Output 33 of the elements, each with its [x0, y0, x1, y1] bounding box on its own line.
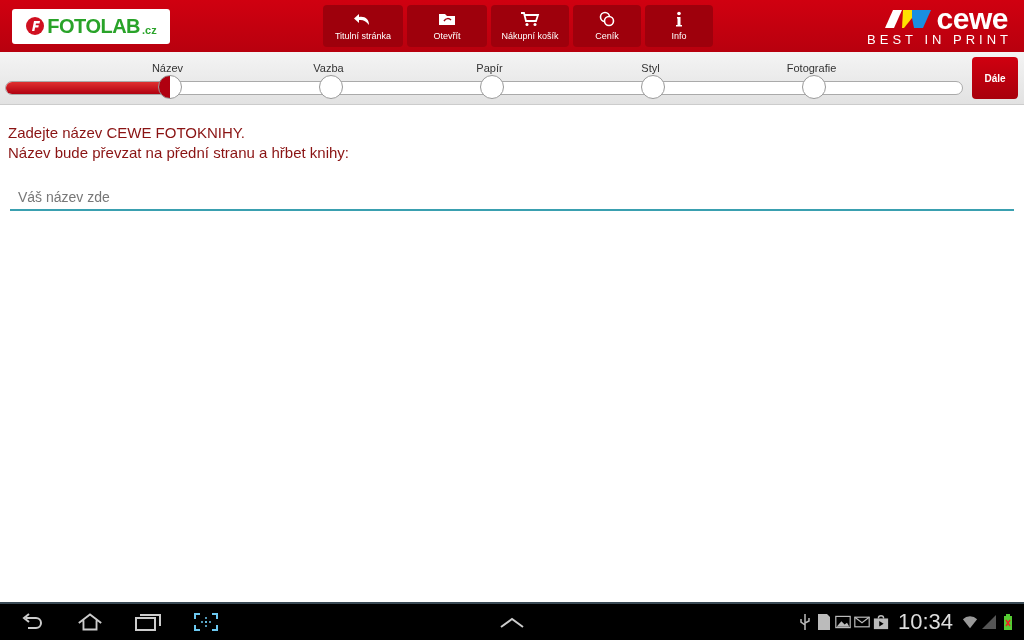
- signal-icon: [981, 613, 997, 631]
- sd-card-icon: [815, 613, 832, 631]
- step-knob[interactable]: [158, 75, 182, 99]
- stripes-logo-icon: [884, 10, 931, 28]
- home-icon[interactable]: [76, 612, 104, 632]
- next-button[interactable]: Dále: [972, 57, 1018, 99]
- step-label: Fotografie: [785, 62, 838, 74]
- logo-text: FOTOLAB: [47, 14, 141, 38]
- caret-up-icon[interactable]: [498, 615, 526, 629]
- nav-button[interactable]: Otevřít: [407, 5, 487, 47]
- step-label: Papír: [475, 62, 504, 74]
- folder-icon: [437, 11, 457, 27]
- nav-button[interactable]: Nákupní košík: [491, 5, 569, 47]
- recent-apps-icon[interactable]: [134, 612, 162, 632]
- step-label: Vazba: [312, 62, 345, 74]
- instruction-text: Název bude převzat na přední stranu a hřbet knihy:: [8, 143, 351, 163]
- wifi-icon: [962, 613, 978, 631]
- logo-domain: .cz: [142, 23, 157, 36]
- clock-time: 10:34: [897, 609, 953, 635]
- nav-button[interactable]: Titulní stránka: [323, 5, 403, 47]
- step-label: Název: [150, 62, 185, 74]
- f-circle-icon: [25, 16, 46, 36]
- image-icon: [834, 613, 851, 631]
- instruction-text: Zadejte název CEWE FOTOKNIHY.: [8, 123, 247, 143]
- brand-tagline: BEST IN PRINT: [867, 33, 1012, 47]
- screenshot-icon[interactable]: [192, 612, 220, 632]
- play-store-icon: [872, 613, 889, 631]
- cart-icon: [520, 11, 540, 27]
- coins-icon: [597, 11, 617, 27]
- step-label: Styl: [640, 62, 661, 74]
- nav-button[interactable]: Info: [645, 5, 713, 47]
- nav-button[interactable]: Ceník: [573, 5, 641, 47]
- brand-name: cewe: [936, 5, 1008, 33]
